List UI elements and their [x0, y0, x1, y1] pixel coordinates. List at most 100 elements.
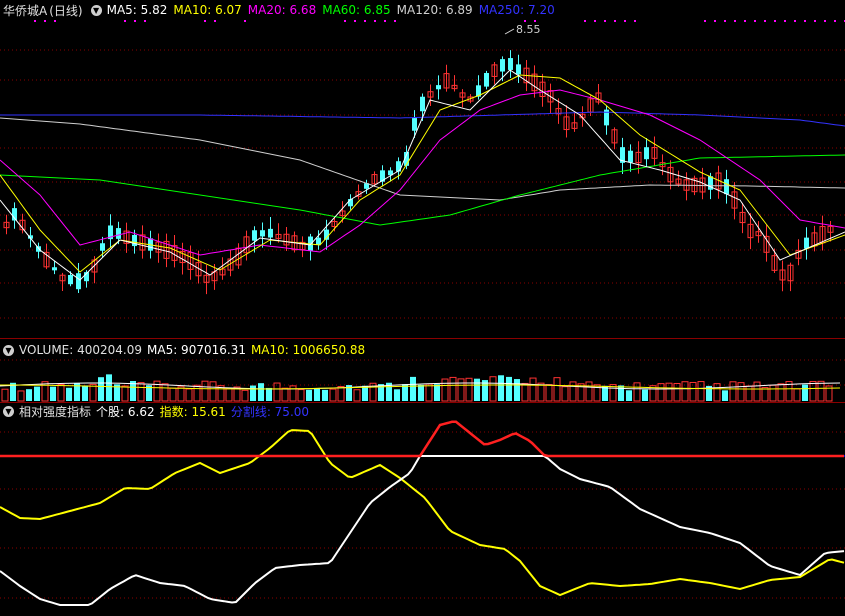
chevron-down-icon[interactable]: ▼: [3, 344, 14, 356]
volume-bar: [418, 384, 424, 401]
volume-bar: [17, 390, 25, 402]
stock-name: 华侨城A: [3, 3, 48, 18]
signal-marker: [344, 20, 346, 22]
volume-bar: [394, 389, 400, 401]
volume-bar: [457, 378, 465, 402]
ma-labels: MA5: 5.82 MA10: 6.07 MA20: 6.68 MA60: 6.85 M…: [107, 3, 561, 17]
signal-marker: [44, 20, 46, 22]
volume-bar: [26, 389, 32, 401]
candle-body: [116, 228, 121, 239]
volume-bar: [633, 382, 641, 402]
volume-bar: [258, 383, 264, 401]
ma-label: MA60: 6.85: [322, 3, 391, 17]
volume-bar: [66, 387, 72, 401]
volume-bar: [449, 376, 457, 402]
volume-ma5: MA5: 907016.31: [147, 343, 246, 357]
ma-label: MA5: 5.82: [106, 3, 168, 17]
indicator-stock-label: 个股: 6.62: [96, 404, 155, 419]
volume-bar: [506, 376, 512, 401]
signal-marker: [214, 20, 216, 22]
volume-bar: [434, 384, 440, 401]
signal-marker: [384, 20, 386, 22]
volume-bar: [177, 386, 185, 402]
signal-marker: [824, 20, 826, 22]
candle-body: [268, 228, 273, 238]
volume-bar: [98, 377, 104, 401]
volume-bar: [297, 389, 305, 402]
volume-bar: [362, 385, 368, 401]
candle-body: [804, 237, 809, 249]
signal-marker: [764, 20, 766, 22]
volume-bar: [161, 383, 169, 402]
ma-label: MA250: 7.20: [478, 3, 555, 17]
signal-marker: [54, 20, 56, 22]
signal-marker: [794, 20, 796, 22]
volume-bar: [553, 377, 561, 402]
volume-bar: [169, 387, 177, 402]
volume-bar: [250, 385, 256, 401]
candle-body: [36, 246, 41, 252]
price-panel[interactable]: 华侨城A (日线) ▼ MA5: 5.82 MA10: 6.07 MA20: 6.6…: [0, 0, 845, 338]
volume-bar: [50, 386, 56, 401]
indicator-chart[interactable]: [0, 403, 845, 616]
indicator-title: 相对强度指标: [19, 404, 92, 419]
volume-bar: [809, 380, 817, 402]
volume-bar: [713, 383, 721, 402]
chevron-down-icon[interactable]: ▼: [3, 405, 14, 417]
signal-marker: [754, 20, 756, 22]
signal-marker: [594, 20, 596, 22]
volume-bar: [314, 387, 320, 401]
volume-header: ▼ VOLUME: 400204.09 MA5: 907016.31 MA10:…: [0, 342, 370, 358]
ma-label: MA10: 6.07: [173, 3, 242, 17]
candle-body: [52, 267, 57, 271]
volume-bar: [498, 375, 504, 401]
signal-marker: [804, 20, 806, 22]
volume-bar: [745, 385, 753, 402]
candle-body: [724, 179, 729, 195]
volume-panel[interactable]: ▼ VOLUME: 400204.09 MA5: 907016.31 MA10:…: [0, 340, 845, 402]
candle-body: [252, 230, 257, 241]
candle-body: [628, 150, 633, 163]
signal-marker: [784, 20, 786, 22]
volume-bar: [322, 389, 328, 401]
chevron-down-icon[interactable]: ▼: [90, 4, 102, 16]
signal-marker: [354, 20, 356, 22]
volume-bar: [241, 389, 249, 402]
volume-bar: [793, 388, 801, 402]
signal-marker: [374, 20, 376, 22]
price-header: 华侨城A (日线) ▼ MA5: 5.82 MA10: 6.07 MA20: 6.6…: [0, 2, 561, 18]
volume-bar: [225, 388, 233, 402]
price-chart[interactable]: 8.55: [0, 0, 845, 338]
volume-bar: [521, 382, 529, 402]
candle-body: [484, 72, 489, 87]
signal-marker: [734, 20, 736, 22]
volume-bar: [529, 377, 537, 402]
signal-marker: [604, 20, 606, 22]
volume-bar: [353, 389, 361, 402]
volume-bar: [769, 384, 777, 402]
ma-label: MA20: 6.68: [247, 3, 317, 17]
signal-marker: [34, 20, 36, 22]
signal-marker: [124, 20, 126, 22]
volume-bar: [425, 383, 433, 402]
candle-body: [436, 85, 441, 90]
signal-marker: [624, 20, 626, 22]
volume-bar: [306, 389, 312, 401]
signal-marker: [244, 20, 246, 22]
volume-bar: [561, 386, 569, 402]
period-label: (日线): [49, 3, 83, 18]
volume-bar: [777, 383, 785, 402]
signal-marker: [744, 20, 746, 22]
volume-bar: [329, 388, 337, 402]
candle-body: [68, 275, 73, 285]
candle-body: [316, 237, 321, 245]
signal-marker: [204, 20, 206, 22]
signal-marker: [394, 20, 396, 22]
signal-marker: [134, 20, 136, 22]
volume-bar: [802, 384, 808, 401]
indicator-panel[interactable]: ▼ 相对强度指标 个股: 6.62 指数: 15.61 分割线: 75.00: [0, 403, 845, 616]
signal-marker: [814, 20, 816, 22]
ma-label: MA120: 6.89: [396, 3, 473, 17]
signal-marker: [534, 20, 536, 22]
panel-divider: [0, 338, 845, 339]
